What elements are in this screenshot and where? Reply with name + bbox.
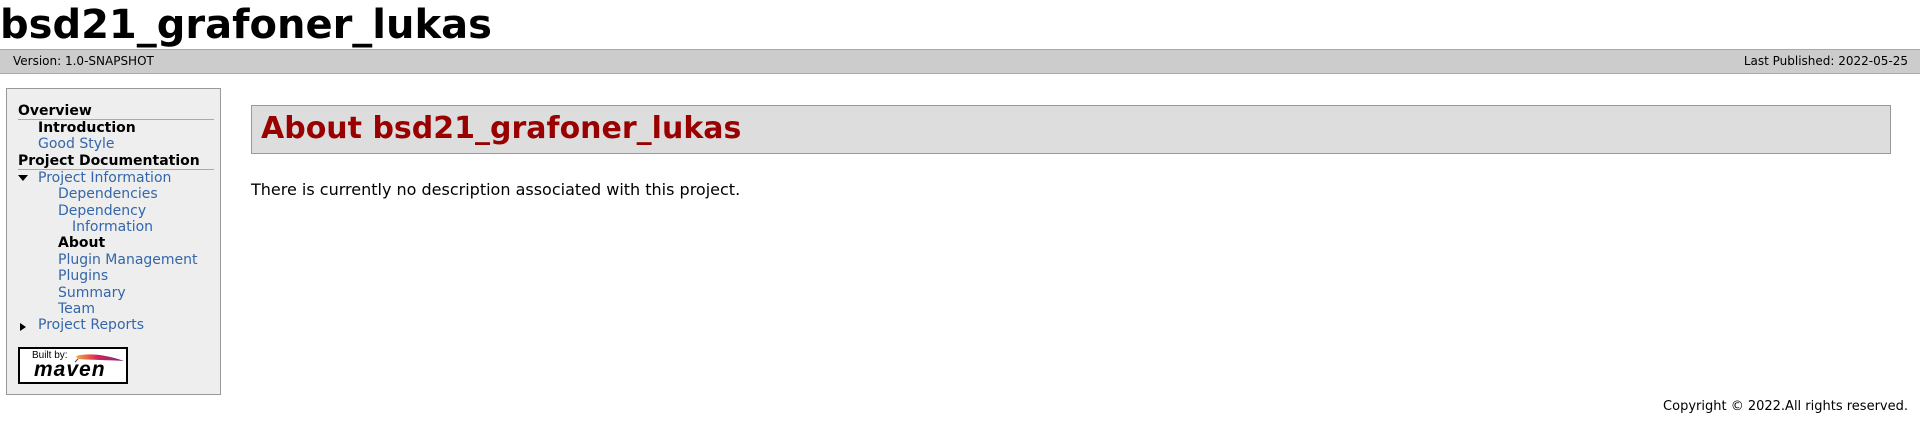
project-description: There is currently no description associ…: [251, 180, 741, 199]
summary-link[interactable]: Summary: [58, 285, 126, 301]
version-label: Version: 1.0-SNAPSHOT: [13, 54, 154, 68]
dependency-information-link[interactable]: Dependency Information: [58, 203, 153, 235]
sidebar-heading-overview: Overview: [18, 103, 214, 120]
link-line-2: Information: [72, 219, 154, 236]
sidebar-item-project-information[interactable]: Project Information: [18, 170, 214, 186]
sidebar-heading-project-documentation: Project Documentation: [18, 153, 214, 170]
footer-copyright: Copyright © 2022.All rights reserved.: [1663, 399, 1908, 414]
sidebar-item-plugin-management[interactable]: Plugin Management: [18, 252, 214, 268]
team-link[interactable]: Team: [58, 301, 95, 317]
plugin-management-link[interactable]: Plugin Management: [58, 252, 198, 268]
overview-menu: Introduction Good Style: [18, 120, 214, 153]
breadcrumb-bar: Version: 1.0-SNAPSHOT Last Published: 20…: [0, 49, 1920, 74]
sidebar-item-label: Introduction: [38, 120, 136, 136]
sidebar-item-project-reports[interactable]: Project Reports: [18, 317, 214, 333]
sidebar-item-good-style[interactable]: Good Style: [18, 136, 214, 152]
project-banner-title: bsd21_grafoner_lukas: [0, 2, 492, 48]
sidebar-item-plugins[interactable]: Plugins: [18, 268, 214, 284]
project-reports-link[interactable]: Project Reports: [38, 317, 144, 333]
sidebar-navigation: Overview Introduction Good Style Project…: [6, 88, 221, 395]
plugins-link[interactable]: Plugins: [58, 268, 108, 284]
last-published-label: Last Published: 2022-05-25: [1743, 54, 1908, 68]
sidebar-item-dependency-information[interactable]: Dependency Information: [18, 203, 214, 236]
expanded-triangle-icon[interactable]: [18, 174, 28, 181]
good-style-link[interactable]: Good Style: [38, 136, 114, 152]
built-by-maven-logo[interactable]: Built by: maven: [18, 347, 128, 384]
sidebar-item-introduction: Introduction: [18, 120, 214, 136]
project-information-link[interactable]: Project Information: [38, 170, 171, 186]
dependencies-link[interactable]: Dependencies: [58, 186, 158, 202]
project-documentation-menu: Project Information Dependencies Depende…: [18, 170, 214, 334]
banner: bsd21_grafoner_lukas: [0, 0, 1920, 49]
page-title: About bsd21_grafoner_lukas: [261, 111, 742, 146]
sidebar-item-team[interactable]: Team: [18, 301, 214, 317]
sidebar-item-summary[interactable]: Summary: [18, 285, 214, 301]
sidebar-item-dependencies[interactable]: Dependencies: [18, 186, 214, 202]
link-line-1: Dependency: [58, 202, 147, 219]
sidebar-item-about: About: [18, 235, 214, 251]
maven-wordmark: maven: [34, 358, 106, 381]
section-header: About bsd21_grafoner_lukas: [251, 105, 1891, 154]
sidebar-item-label: About: [58, 235, 106, 252]
collapsed-triangle-icon[interactable]: [20, 323, 26, 332]
